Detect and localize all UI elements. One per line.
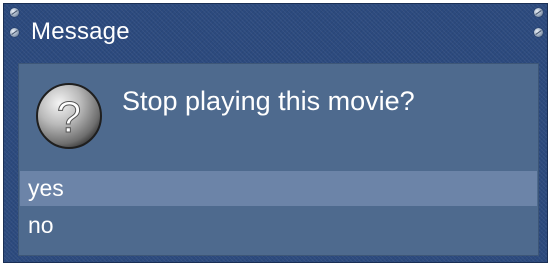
option-yes[interactable]: yes xyxy=(20,171,537,206)
dialog-title: Message xyxy=(31,18,130,45)
dialog-question-text: Stop playing this movie? xyxy=(122,86,415,116)
svg-text:?: ? xyxy=(57,93,81,142)
question-icon: ? xyxy=(36,83,102,149)
left-screw-icon xyxy=(10,28,19,37)
right-screw-icon xyxy=(534,28,543,37)
option-no[interactable]: no xyxy=(20,208,537,243)
top-left-screw-icon xyxy=(10,8,19,17)
top-right-screw-icon xyxy=(534,8,543,17)
